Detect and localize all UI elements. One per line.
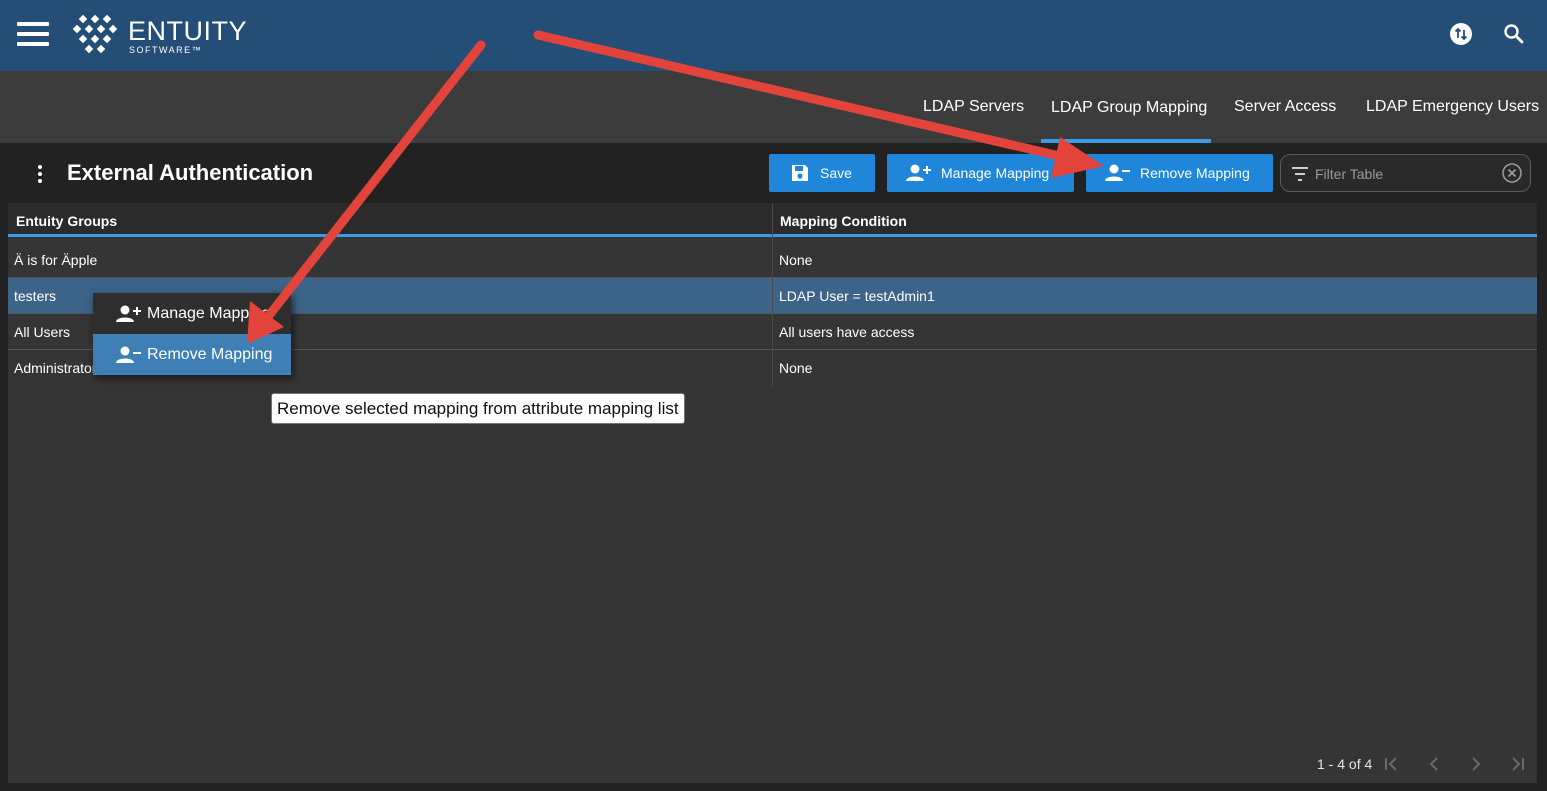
filter-table-field xyxy=(1280,154,1531,192)
page-title: External Authentication xyxy=(67,160,314,185)
remove-mapping-button-label: Remove Mapping xyxy=(1140,165,1250,181)
group-cell: testers xyxy=(14,288,57,304)
person-remove-icon xyxy=(1105,164,1130,181)
condition-cell: LDAP User = testAdmin1 xyxy=(779,288,935,304)
person-add-icon xyxy=(906,164,931,181)
pagination-range: 1 - 4 of 4 xyxy=(1317,756,1373,772)
last-page-icon[interactable] xyxy=(1508,755,1526,773)
first-page-icon[interactable] xyxy=(1383,755,1401,773)
manage-mapping-button-label: Manage Mapping xyxy=(941,165,1050,181)
tab-ldap-group-mapping[interactable]: LDAP Group Mapping xyxy=(1051,99,1207,117)
clear-filter-icon[interactable] xyxy=(1502,163,1522,183)
person-remove-icon xyxy=(116,346,141,363)
tab-ldap-servers[interactable]: LDAP Servers xyxy=(923,98,1024,116)
entuity-logo-mark-icon xyxy=(72,14,118,54)
manage-mapping-button[interactable]: Manage Mapping xyxy=(887,154,1074,192)
previous-page-icon[interactable] xyxy=(1425,755,1443,773)
remove-mapping-button[interactable]: Remove Mapping xyxy=(1086,154,1273,192)
hamburger-menu-icon[interactable] xyxy=(17,22,49,46)
context-menu-manage-mapping[interactable]: Manage Mapping xyxy=(93,293,291,334)
brand-name: ENTUITY xyxy=(128,16,248,46)
save-button[interactable]: Save xyxy=(769,154,875,192)
context-menu-manage-mapping-label: Manage Mapping xyxy=(147,304,271,322)
sync-icon[interactable] xyxy=(1449,22,1473,46)
column-header-entuity-groups[interactable]: Entuity Groups xyxy=(16,213,117,229)
tab-ldap-emergency-users[interactable]: LDAP Emergency Users xyxy=(1366,98,1539,116)
next-page-icon[interactable] xyxy=(1467,755,1485,773)
entuity-logo[interactable]: ENTUITY SOFTWARE™ xyxy=(72,14,252,58)
column-divider xyxy=(772,203,773,386)
tab-server-access[interactable]: Server Access xyxy=(1234,98,1336,116)
group-cell: Administrators xyxy=(14,360,104,376)
context-menu-remove-mapping[interactable]: Remove Mapping xyxy=(93,334,291,375)
person-add-icon xyxy=(116,305,141,322)
group-cell: All Users xyxy=(14,324,71,340)
more-options-icon[interactable] xyxy=(34,163,46,185)
search-icon[interactable] xyxy=(1502,22,1526,46)
brand-subtitle: SOFTWARE™ xyxy=(129,45,203,55)
filter-table-input[interactable] xyxy=(1315,163,1495,185)
column-header-mapping-condition[interactable]: Mapping Condition xyxy=(780,213,907,229)
context-menu: Manage Mapping Remove Mapping xyxy=(93,293,291,375)
tooltip: Remove selected mapping from attribute m… xyxy=(271,393,685,424)
group-cell: Ä is for Äpple xyxy=(14,252,98,268)
save-button-label: Save xyxy=(820,165,852,181)
condition-cell: None xyxy=(779,360,813,376)
filter-icon xyxy=(1292,167,1308,181)
save-icon xyxy=(792,165,808,181)
condition-cell: None xyxy=(779,252,813,268)
context-menu-remove-mapping-label: Remove Mapping xyxy=(147,345,273,363)
condition-cell: All users have access xyxy=(779,324,915,340)
